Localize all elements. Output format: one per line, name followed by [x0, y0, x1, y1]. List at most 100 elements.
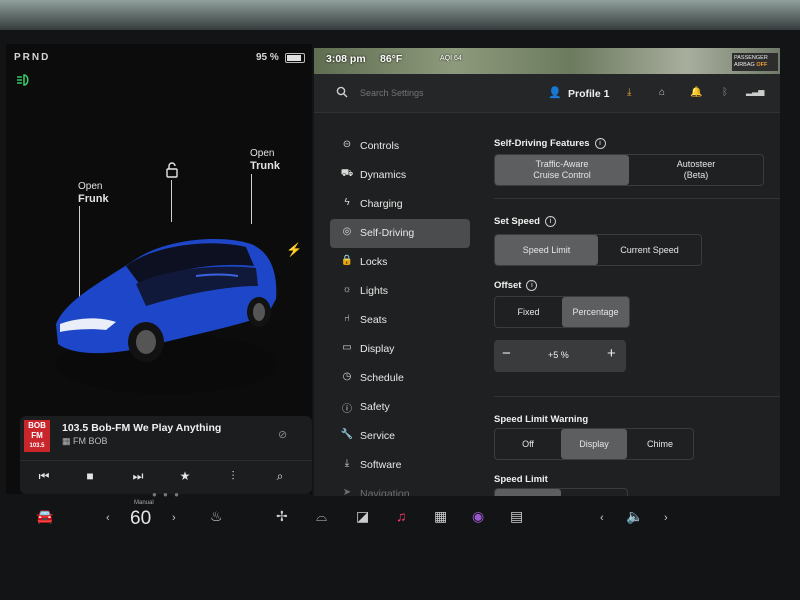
menu-label: Dynamics	[360, 169, 407, 181]
decrease-button[interactable]: −	[502, 345, 511, 362]
music-app-icon[interactable]: ♫	[396, 508, 407, 524]
volume-icon[interactable]: 🔈	[626, 508, 643, 525]
menu-label: Safety	[360, 401, 390, 413]
option-chime[interactable]: Chime	[627, 429, 693, 459]
navigation-icon: ➤	[342, 487, 352, 496]
volume-up-chevron-icon[interactable]: ›	[664, 512, 668, 524]
bluetooth-icon[interactable]: ᛒ	[722, 87, 728, 98]
air-quality-index: AQI 64	[440, 55, 462, 62]
search-icon[interactable]: ⌕	[270, 469, 290, 484]
status-bar: 3:08 pm 86°F AQI 64 PASSENGER AIRBAG OFF	[314, 48, 780, 74]
settings-menu: ⊝ Controls ⛟ Dynamics ϟ Charging ◎ Self-Driv…	[330, 132, 470, 496]
option-absolute[interactable]	[561, 489, 627, 496]
apps-launcher-icon[interactable]: ▦	[434, 508, 447, 525]
frunk-label-line2: Frunk	[78, 193, 109, 205]
info-icon[interactable]: i	[526, 280, 538, 291]
menu-label: Seats	[360, 314, 387, 326]
calendar-app-icon[interactable]: ▤	[510, 508, 523, 525]
menu-item-software[interactable]: ⤓ Software	[330, 451, 470, 480]
previous-icon[interactable]: ⏮	[34, 469, 54, 484]
info-icon[interactable]: i	[594, 138, 606, 149]
climate-mode-label: Manual	[134, 500, 154, 506]
logo-text-3: 103.5	[29, 443, 45, 449]
search-icon	[336, 86, 348, 98]
menu-label: Controls	[360, 140, 400, 152]
increase-button[interactable]: +	[607, 345, 616, 362]
menu-item-schedule[interactable]: ◷ Schedule	[330, 364, 470, 393]
menu-item-dynamics[interactable]: ⛟ Dynamics	[330, 161, 470, 190]
option-relative[interactable]	[495, 489, 561, 496]
favorite-icon[interactable]: ★	[175, 469, 195, 483]
option-fixed[interactable]: Fixed	[495, 297, 562, 327]
homelink-icon[interactable]: ⌂	[659, 87, 665, 98]
features-section-title: Self-Driving Features i	[494, 138, 606, 149]
gear-indicator: PRND	[14, 52, 51, 63]
logo-text-1: BOB	[28, 421, 46, 430]
settings-panel: 3:08 pm 86°F AQI 64 PASSENGER AIRBAG OFF…	[314, 48, 780, 496]
car-icon: ⛟	[340, 168, 354, 179]
media-controls: ⏮ ■ ⏭ ★ ⫶ ⌕	[20, 460, 312, 491]
sun-icon: ☼	[342, 284, 352, 295]
volume-down-chevron-icon[interactable]: ‹	[600, 512, 604, 524]
stop-icon[interactable]: ■	[80, 469, 100, 483]
option-autosteer[interactable]: Autosteer (Beta)	[629, 155, 763, 185]
airbag-state: OFF	[756, 62, 768, 68]
menu-item-charging[interactable]: ϟ Charging	[330, 190, 470, 219]
search-settings-input[interactable]	[360, 88, 500, 98]
option-current-speed[interactable]: Current Speed	[598, 235, 701, 265]
menu-item-self-driving[interactable]: ◎ Self-Driving	[330, 219, 470, 248]
temp-down-chevron-icon[interactable]: ‹	[106, 512, 110, 524]
bottom-dock: 🚘 ‹ › ♨ ✢ ⌓ ◪ ♫ ▦ ◉ ▤ ‹ 🔈 ›	[0, 498, 800, 548]
streaming-off-icon[interactable]: ⊘	[278, 428, 287, 441]
option-speed-limit[interactable]: Speed Limit	[495, 235, 598, 265]
menu-item-safety[interactable]: ⓘ Safety	[330, 393, 470, 422]
info-icon[interactable]: i	[544, 216, 556, 227]
open-trunk-button[interactable]: Open Trunk	[250, 148, 280, 173]
menu-label: Schedule	[360, 372, 404, 384]
profile-icon[interactable]: 👤	[548, 86, 562, 99]
menu-item-lights[interactable]: ☼ Lights	[330, 277, 470, 306]
features-selector: Traffic-Aware Cruise Control Autosteer (Be…	[494, 154, 764, 186]
menu-label: Lights	[360, 285, 389, 297]
seat-heater-icon[interactable]: ♨	[210, 508, 223, 525]
download-icon[interactable]: ⤓	[627, 87, 631, 98]
next-icon[interactable]: ⏭	[128, 469, 148, 484]
outside-temperature: 86°F	[380, 53, 403, 65]
passenger-airbag-indicator: PASSENGER AIRBAG OFF	[732, 53, 778, 71]
features-title-text: Self-Driving Features	[494, 138, 590, 150]
bolt-icon: ϟ	[344, 197, 350, 208]
camera-app-icon[interactable]: ◉	[472, 508, 484, 525]
car-icon[interactable]: 🚘	[36, 508, 53, 525]
option-percentage[interactable]: Percentage	[562, 297, 629, 327]
open-frunk-button[interactable]: Open Frunk	[78, 181, 109, 206]
menu-label: Display	[360, 343, 395, 355]
menu-item-seats[interactable]: ⑁ Seats	[330, 306, 470, 335]
steering-wheel-icon: ◎	[342, 226, 352, 237]
menu-item-service[interactable]: 🔧 Service	[330, 422, 470, 451]
track-source: ▦ FM BOB	[62, 436, 108, 447]
windshield-defrost-icon[interactable]: ⌓	[316, 508, 327, 525]
wrench-icon: 🔧	[340, 429, 354, 440]
option-traffic-aware-cruise[interactable]: Traffic-Aware Cruise Control	[495, 155, 629, 185]
menu-item-display[interactable]: ▭ Display	[330, 335, 470, 364]
menu-item-locks[interactable]: 🔒 Locks	[330, 248, 470, 277]
source-label: FM BOB	[73, 436, 108, 446]
temp-up-chevron-icon[interactable]: ›	[172, 512, 176, 524]
cabin-temperature[interactable]: 60	[130, 508, 151, 530]
station-logo: BOB FM 103.5	[24, 420, 50, 452]
logo-text-2: FM	[31, 431, 43, 440]
notification-bell-icon[interactable]: 🔔	[690, 87, 702, 98]
navigation-app-icon[interactable]: ◪	[356, 508, 369, 525]
profile-selector[interactable]: Profile 1	[568, 88, 609, 100]
fan-icon[interactable]: ✢	[276, 508, 288, 525]
option-display[interactable]: Display	[561, 429, 627, 459]
equalizer-icon[interactable]: ⫶	[223, 469, 243, 484]
menu-item-controls[interactable]: ⊝ Controls	[330, 132, 470, 161]
airbag-line2: AIRBAG	[734, 62, 755, 68]
unlock-icon[interactable]	[164, 162, 180, 178]
menu-item-navigation[interactable]: ➤ Navigation	[330, 480, 470, 496]
charge-port-icon[interactable]: ⚡	[286, 242, 302, 258]
opt-text: Traffic-Aware	[535, 159, 589, 169]
option-off[interactable]: Off	[495, 429, 561, 459]
offset-title: Offset i	[494, 280, 538, 291]
